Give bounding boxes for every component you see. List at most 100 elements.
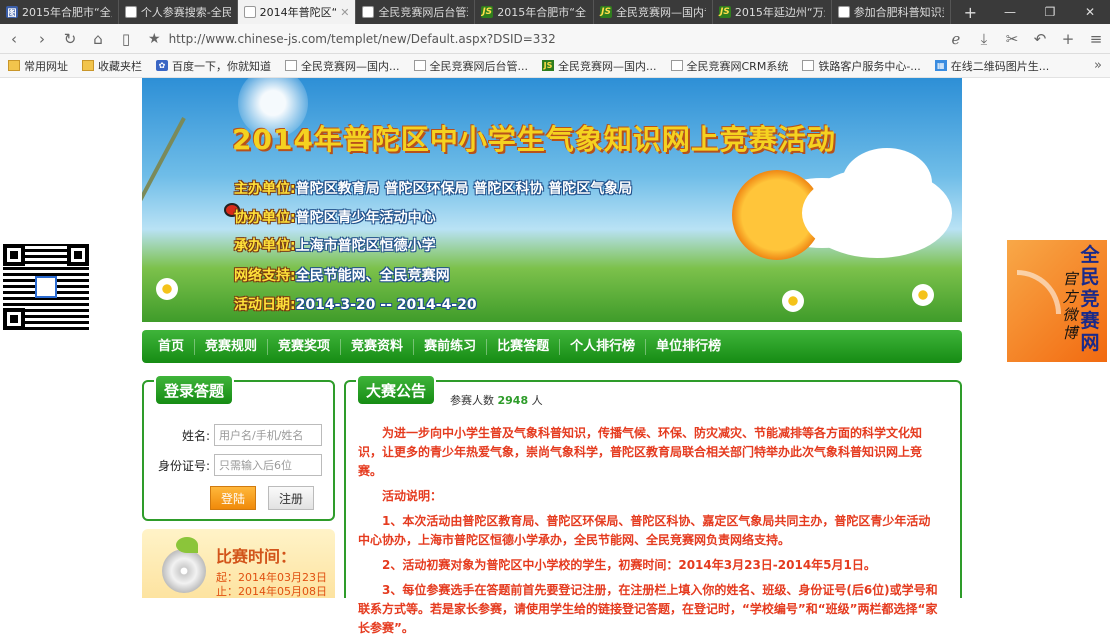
new-tab-button[interactable]: + bbox=[951, 0, 991, 24]
weibo-side-ad[interactable]: 全民竞赛网 官方微博 bbox=[1007, 240, 1107, 362]
notice-body: 为进一步向中小学生普及气象科普知识，传播气候、环保、防灾减灾、节能减排等各方面的… bbox=[358, 424, 942, 644]
login-button[interactable]: 登陆 bbox=[210, 486, 256, 510]
nav-item-rules[interactable]: 竞赛规则 bbox=[195, 338, 269, 355]
browser-tab-active[interactable]: 2014年普陀区“气✕ bbox=[237, 0, 357, 24]
bookmark-item[interactable]: ▦ 在线二维码图片生... bbox=[934, 58, 1050, 74]
address-bar[interactable]: ★ http://www.chinese-js.com/templet/new/… bbox=[140, 24, 942, 54]
notice-paragraph: 为进一步向中小学生普及气象科普知识，传播气候、环保、防灾减灾、节能减排等各方面的… bbox=[358, 426, 923, 478]
minimize-icon[interactable]: — bbox=[990, 0, 1030, 24]
baidu-paw-icon: ✿ bbox=[156, 60, 168, 71]
bookmark-item[interactable]: 铁路客户服务中心-... bbox=[802, 58, 921, 74]
download-icon[interactable]: ⤓ bbox=[970, 24, 998, 54]
browser-toolbar: ‹ › ↻ ⌂ ▯ ★ http://www.chinese-js.com/te… bbox=[0, 24, 1110, 54]
banner-title: 2014年普陀区中小学生气象知识网上竞赛活动 bbox=[232, 123, 836, 156]
tab-label: 参加合肥科普知识竞 bbox=[853, 6, 944, 19]
url-text[interactable]: http://www.chinese-js.com/templet/new/De… bbox=[169, 32, 556, 46]
page-icon bbox=[670, 60, 683, 71]
sprout-icon bbox=[176, 537, 198, 553]
refresh-icon[interactable]: ↻ bbox=[56, 24, 84, 54]
bookmark-item[interactable]: 全民竞赛网CRM系统 bbox=[670, 58, 789, 74]
page-icon bbox=[124, 6, 137, 18]
side-ad-subtitle: 官方微博 bbox=[1062, 270, 1078, 342]
tab-label: 全民竞赛网—国内专 bbox=[616, 6, 706, 19]
js-icon: JS bbox=[542, 60, 554, 71]
star-icon[interactable]: ★ bbox=[148, 31, 161, 47]
main-nav: 首页 竞赛规则 竞赛奖项 竞赛资料 赛前练习 比赛答题 个人排行榜 单位排行榜 bbox=[142, 330, 962, 363]
browser-tab[interactable]: JS 2015年合肥市“全民 bbox=[475, 0, 595, 24]
banner-line: 网络支持:全民节能网、全民竞赛网 bbox=[234, 268, 450, 284]
name-label: 姓名: bbox=[181, 428, 210, 443]
chevron-right-icon[interactable]: » bbox=[1094, 58, 1102, 73]
plus-icon[interactable]: + bbox=[1054, 24, 1082, 54]
scissors-icon[interactable]: ✂ bbox=[998, 24, 1026, 54]
daisy-icon bbox=[782, 290, 804, 312]
nav-item-unit-rank[interactable]: 单位排行榜 bbox=[646, 339, 731, 355]
menu-icon[interactable]: ≡ bbox=[1082, 24, 1110, 54]
notice-paragraph: 活动说明： bbox=[382, 489, 443, 503]
bookmarks-bar: 常用网址 收藏夹栏 ✿ 百度一下，你就知道 全民竞赛网—国内... 全民竞赛网后台… bbox=[0, 54, 1110, 78]
home-icon[interactable]: ⌂ bbox=[84, 24, 112, 54]
forward-icon[interactable]: › bbox=[28, 24, 56, 54]
nav-item-answer[interactable]: 比赛答题 bbox=[487, 338, 561, 355]
bookmark-item[interactable]: 全民竞赛网—国内... bbox=[285, 58, 400, 74]
bookmark-item[interactable]: 全民竞赛网后台管... bbox=[413, 58, 529, 74]
close-window-icon[interactable]: ✕ bbox=[1070, 0, 1110, 24]
browser-tab[interactable]: 参加合肥科普知识竞 bbox=[832, 0, 951, 24]
js-icon: JS bbox=[718, 6, 731, 18]
bookmark-label: 在线二维码图片生... bbox=[950, 59, 1050, 73]
time-end: 止：2014年05月08日 bbox=[216, 585, 327, 598]
bookmark-label: 全民竞赛网后台管... bbox=[429, 59, 529, 73]
browser-tab[interactable]: 全民竞赛网后台管理 bbox=[356, 0, 476, 24]
notice-paragraph: 2、活动初赛对象为普陀区中小学校的学生，初赛时间：2014年3月23日-2014… bbox=[382, 558, 876, 572]
banner-line: 协办单位:普陀区青少年活动中心 bbox=[234, 210, 436, 226]
undo-icon[interactable]: ↶ bbox=[1026, 24, 1054, 54]
notice-panel: 大赛公告 参赛人数 2948 人 为进一步向中小学生普及气象科普知识，传播气候、… bbox=[344, 376, 962, 635]
nav-item-practice[interactable]: 赛前练习 bbox=[414, 338, 488, 355]
page-icon bbox=[837, 6, 850, 18]
browser-tab[interactable]: JS 全民竞赛网—国内专 bbox=[594, 0, 713, 24]
participant-count: 参赛人数 2948 人 bbox=[450, 394, 543, 407]
id-number-input[interactable] bbox=[214, 454, 322, 476]
nav-item-personal-rank[interactable]: 个人排行榜 bbox=[560, 338, 647, 355]
participant-number: 2948 bbox=[497, 394, 529, 407]
cloud-shape bbox=[842, 148, 932, 218]
browser-tab[interactable]: JS 2015年延边州“万众 bbox=[713, 0, 832, 24]
bookmark-item[interactable]: JS 全民竞赛网—国内... bbox=[542, 58, 657, 74]
register-button[interactable]: 注册 bbox=[268, 486, 314, 510]
bookmark-label: 全民竞赛网CRM系统 bbox=[686, 59, 789, 73]
back-icon[interactable]: ‹ bbox=[0, 24, 28, 54]
tab-label: 2014年普陀区“气 bbox=[259, 6, 337, 19]
nav-item-materials[interactable]: 竞赛资料 bbox=[341, 338, 415, 355]
browser-tab[interactable]: 个人参赛搜索-全民 bbox=[119, 0, 238, 24]
bookmark-label: 铁路客户服务中心-... bbox=[818, 59, 921, 73]
login-panel: 登录答题 姓名: 身份证号: 登陆 注册 bbox=[142, 376, 335, 521]
page-icon bbox=[413, 60, 426, 71]
cd-icon bbox=[162, 549, 206, 593]
banner-line: 承办单位:上海市普陀区恒德小学 bbox=[234, 238, 436, 254]
tab-label: 2015年延边州“万众 bbox=[734, 6, 825, 19]
competition-time-panel: 比赛时间： 起：2014年03月23日 止：2014年05月08日 bbox=[142, 529, 335, 598]
tab-label: 全民竞赛网后台管理 bbox=[378, 6, 469, 19]
nav-item-home[interactable]: 首页 bbox=[148, 338, 196, 355]
tab-label: 2015年合肥市“全民 bbox=[497, 6, 588, 19]
page-icon bbox=[362, 6, 375, 18]
page-icon bbox=[285, 60, 297, 71]
bookmark-item[interactable]: ✿ 百度一下，你就知道 bbox=[156, 58, 271, 74]
close-icon[interactable]: ✕ bbox=[340, 6, 349, 19]
reading-view-icon[interactable]: ▯ bbox=[112, 24, 140, 54]
window-controls: — ❐ ✕ bbox=[990, 0, 1110, 24]
browser-tab[interactable]: 图 2015年合肥市“全民 bbox=[0, 0, 119, 24]
time-title: 比赛时间： bbox=[216, 547, 297, 566]
bookmark-item[interactable]: 收藏夹栏 bbox=[82, 58, 142, 74]
ie-mode-icon[interactable]: ℯ bbox=[942, 24, 970, 54]
tab-label: 个人参赛搜索-全民 bbox=[140, 6, 231, 19]
id-row: 身份证号: bbox=[148, 454, 322, 476]
login-title: 登录答题 bbox=[156, 376, 233, 404]
page-icon bbox=[802, 60, 815, 71]
nav-item-awards[interactable]: 竞赛奖项 bbox=[268, 338, 342, 355]
bookmark-item[interactable]: 常用网址 bbox=[8, 58, 68, 74]
notice-paragraph: 1、本次活动由普陀区教育局、普陀区环保局、普陀区科协、嘉定区气象局共同主办，普陀… bbox=[358, 514, 931, 547]
name-input[interactable] bbox=[214, 424, 322, 446]
restore-icon[interactable]: ❐ bbox=[1030, 0, 1070, 24]
bookmark-label: 收藏夹栏 bbox=[98, 59, 142, 73]
